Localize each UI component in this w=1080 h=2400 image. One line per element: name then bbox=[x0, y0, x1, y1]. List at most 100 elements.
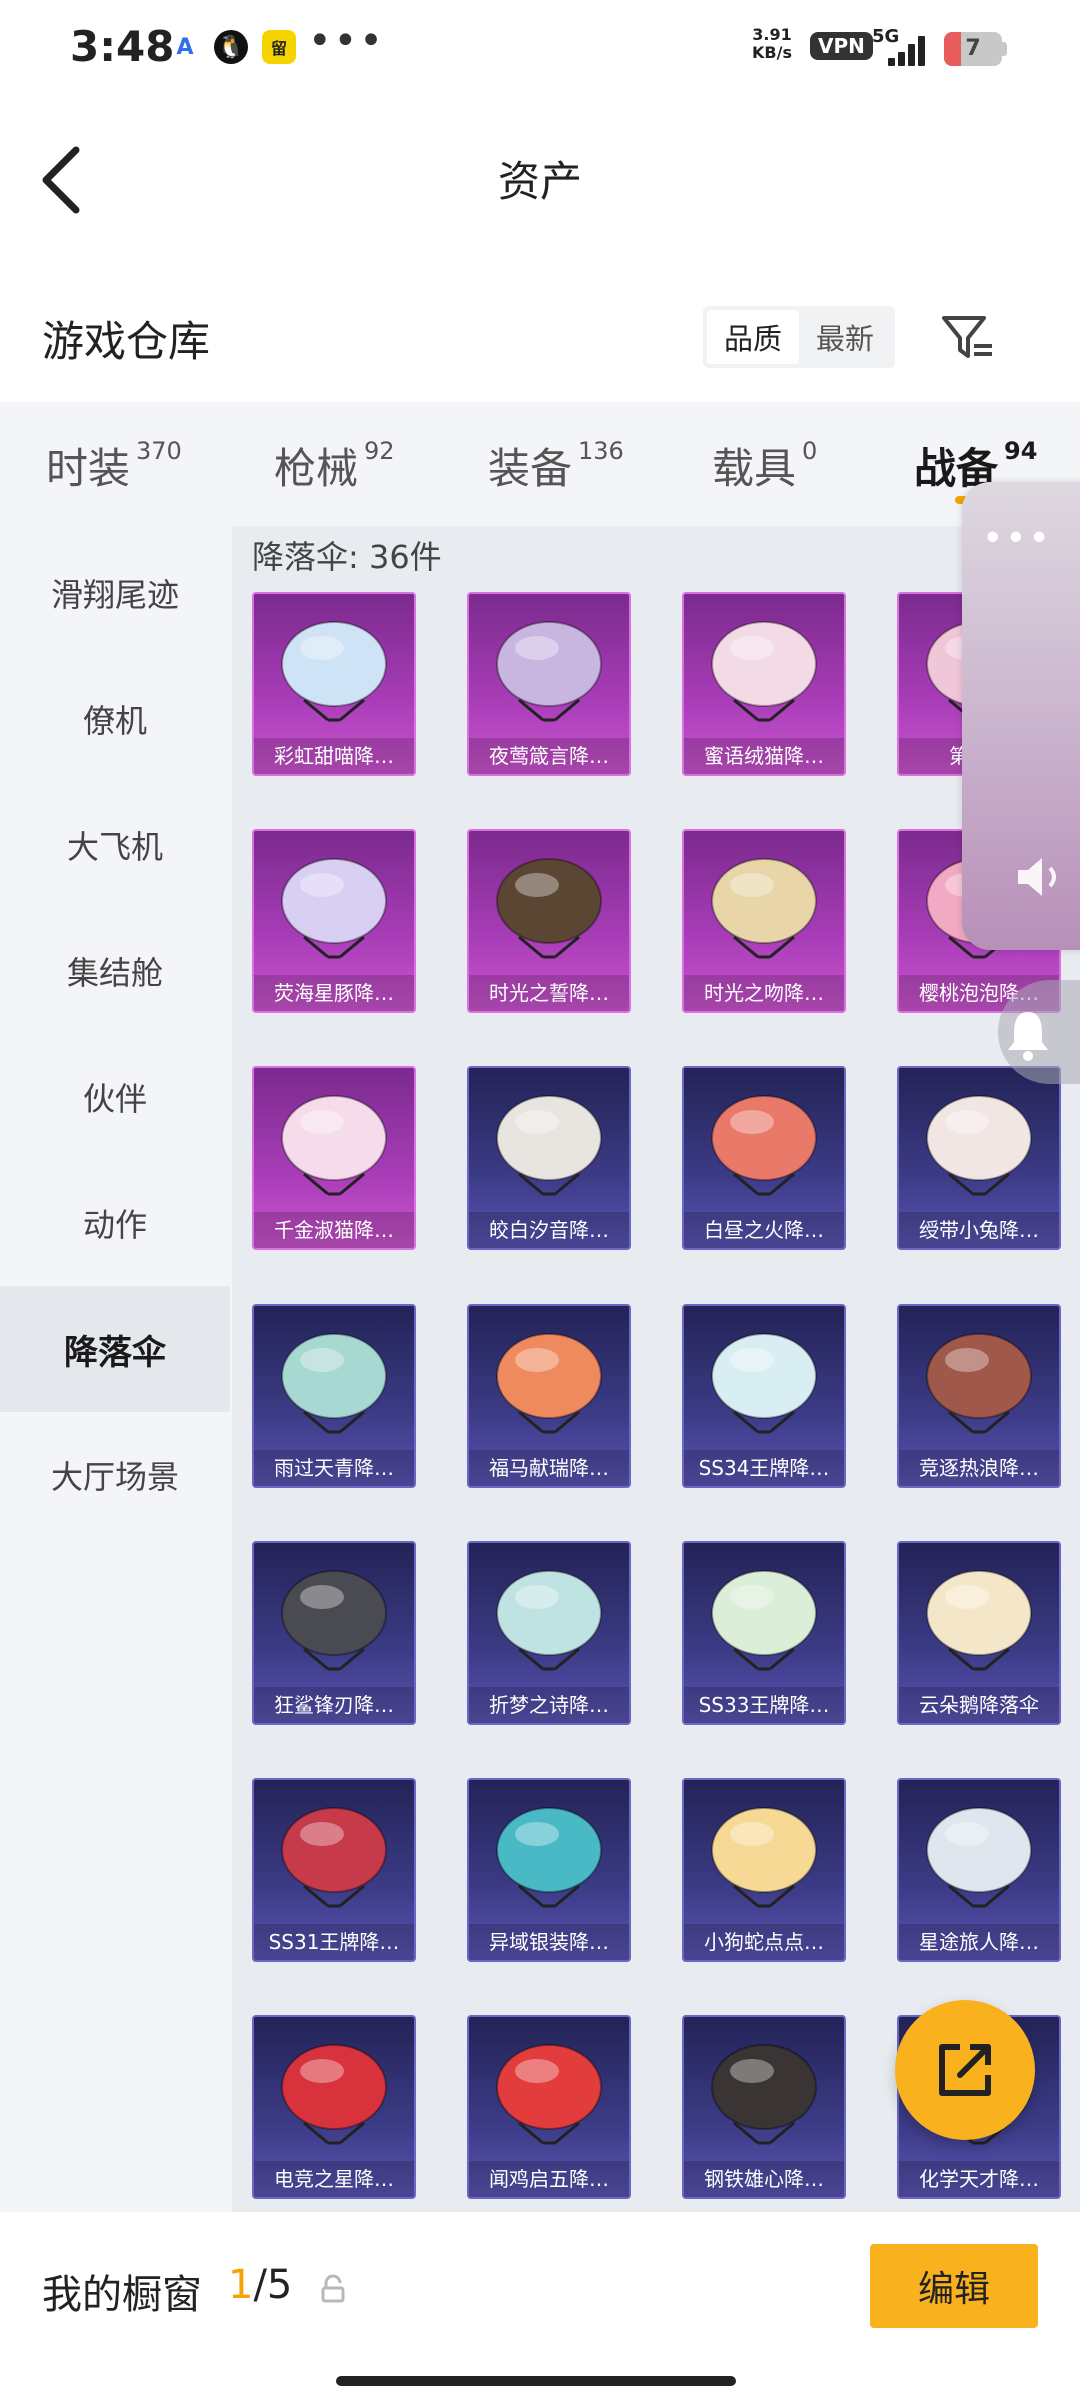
filter-button[interactable] bbox=[938, 310, 998, 366]
parachute-icon bbox=[281, 1095, 387, 1196]
parachute-icon bbox=[711, 1570, 817, 1671]
showcase-total: /5 bbox=[253, 2262, 293, 2308]
parachute-name: 小狗蛇点点… bbox=[684, 1924, 844, 1960]
parachute-name: 荧海星豚降… bbox=[254, 975, 414, 1011]
parachute-card[interactable]: 电竞之星降… bbox=[252, 2015, 416, 2199]
parachute-card[interactable]: 小狗蛇点点… bbox=[682, 1778, 846, 1962]
parachute-icon bbox=[281, 621, 387, 722]
status-time: 3:48 bbox=[70, 22, 175, 71]
network-speed-value: 3.91 bbox=[752, 25, 792, 44]
tab-equipment[interactable]: 装备 136 bbox=[488, 435, 624, 496]
tab-count: 136 bbox=[578, 437, 624, 465]
sidebar-item-glide-trail[interactable]: 滑翔尾迹 bbox=[0, 530, 230, 656]
network-speed-unit: KB/s bbox=[752, 43, 792, 62]
parachute-icon bbox=[496, 1570, 602, 1671]
parachute-name: SS31王牌降… bbox=[254, 1924, 414, 1960]
parachute-card[interactable]: 彩虹甜喵降… bbox=[252, 592, 416, 776]
parachute-icon bbox=[496, 2044, 602, 2145]
battery-icon: 7 bbox=[944, 32, 1002, 66]
parachute-icon bbox=[926, 1570, 1032, 1671]
tab-label: 时装 bbox=[46, 444, 131, 493]
tab-vehicles[interactable]: 载具 0 bbox=[712, 435, 817, 496]
parachute-icon bbox=[711, 1095, 817, 1196]
parachute-card[interactable]: 绶带小兔降… bbox=[897, 1066, 1061, 1250]
parachute-name: 电竞之星降… bbox=[254, 2161, 414, 2197]
parachute-icon bbox=[496, 1807, 602, 1908]
parachute-card[interactable]: 雨过天青降… bbox=[252, 1304, 416, 1488]
sidebar-item-lobby-scene[interactable]: 大厅场景 bbox=[0, 1412, 230, 1538]
tab-label: 枪械 bbox=[274, 444, 359, 493]
app-a-icon: A bbox=[176, 34, 194, 60]
parachute-card[interactable]: 云朵鹅降落伞 bbox=[897, 1541, 1061, 1725]
sidebar-item-emote[interactable]: 动作 bbox=[0, 1160, 230, 1286]
sort-by-newest-button[interactable]: 最新 bbox=[799, 310, 891, 364]
home-indicator bbox=[336, 2376, 736, 2386]
parachute-card[interactable]: 皎白汐音降… bbox=[467, 1066, 631, 1250]
speaker-icon[interactable] bbox=[1014, 852, 1070, 902]
item-grid: 降落伞: 36件 彩虹甜喵降…夜莺箴言降…蜜语绒猫降…第五…荧海星豚降…时光之誓… bbox=[232, 526, 1080, 2212]
parachute-name: 闻鸡启五降… bbox=[469, 2161, 629, 2197]
floating-menu-icon[interactable]: ••• bbox=[982, 518, 1052, 559]
parachute-name: 蜜语绒猫降… bbox=[684, 738, 844, 774]
sidebar-item-parachute[interactable]: 降落伞 bbox=[0, 1286, 230, 1412]
parachute-card[interactable]: 狂鲨锋刃降… bbox=[252, 1541, 416, 1725]
sort-by-quality-button[interactable]: 品质 bbox=[707, 310, 799, 364]
bottom-bar: 我的橱窗 1/5 编辑 bbox=[0, 2212, 1080, 2400]
parachute-card[interactable]: SS33王牌降… bbox=[682, 1541, 846, 1725]
parachute-name: 化学天才降… bbox=[899, 2161, 1059, 2197]
parachute-icon bbox=[281, 858, 387, 959]
floating-window[interactable]: ••• bbox=[962, 482, 1080, 950]
parachute-icon bbox=[711, 2044, 817, 2145]
parachute-icon bbox=[281, 2044, 387, 2145]
tab-count: 92 bbox=[364, 437, 395, 465]
parachute-name: 云朵鹅降落伞 bbox=[899, 1687, 1059, 1723]
notification-tab[interactable] bbox=[998, 980, 1080, 1084]
parachute-name: 彩虹甜喵降… bbox=[254, 738, 414, 774]
parachute-name: SS33王牌降… bbox=[684, 1687, 844, 1723]
parachute-icon bbox=[496, 1333, 602, 1434]
signal-icon bbox=[888, 30, 930, 66]
sidebar: 滑翔尾迹 僚机 大飞机 集结舱 伙伴 动作 降落伞 大厅场景 bbox=[0, 530, 230, 1538]
parachute-card[interactable]: 时光之誓降… bbox=[467, 829, 631, 1013]
parachute-card[interactable]: SS31王牌降… bbox=[252, 1778, 416, 1962]
parachute-icon bbox=[926, 1807, 1032, 1908]
parachute-card[interactable]: 时光之吻降… bbox=[682, 829, 846, 1013]
parachute-card[interactable]: 星途旅人降… bbox=[897, 1778, 1061, 1962]
sidebar-item-airplane[interactable]: 大飞机 bbox=[0, 782, 230, 908]
parachute-card[interactable]: 异域银装降… bbox=[467, 1778, 631, 1962]
external-link-icon bbox=[939, 2044, 991, 2096]
parachute-card[interactable]: 千金淑猫降… bbox=[252, 1066, 416, 1250]
tab-fashion[interactable]: 时装 370 bbox=[46, 435, 182, 496]
sidebar-item-wingman[interactable]: 僚机 bbox=[0, 656, 230, 782]
parachute-name: 狂鲨锋刃降… bbox=[254, 1687, 414, 1723]
parachute-card[interactable]: 蜜语绒猫降… bbox=[682, 592, 846, 776]
parachute-icon bbox=[496, 621, 602, 722]
tab-weapons[interactable]: 枪械 92 bbox=[274, 435, 395, 496]
sidebar-item-assembly-pod[interactable]: 集结舱 bbox=[0, 908, 230, 1034]
bell-icon bbox=[1008, 1012, 1048, 1061]
parachute-card[interactable]: 竞逐热浪降… bbox=[897, 1304, 1061, 1488]
edit-button[interactable]: 编辑 bbox=[870, 2244, 1038, 2328]
parachute-icon bbox=[281, 1807, 387, 1908]
vpn-badge: VPN bbox=[810, 32, 873, 60]
tab-count: 94 bbox=[1004, 437, 1038, 465]
tab-count: 0 bbox=[802, 437, 818, 465]
showcase-label: 我的橱窗 bbox=[42, 2272, 202, 2318]
parachute-name: SS34王牌降… bbox=[684, 1450, 844, 1486]
share-button[interactable] bbox=[895, 2000, 1035, 2140]
sidebar-item-companion[interactable]: 伙伴 bbox=[0, 1034, 230, 1160]
warehouse-title: 游戏仓库 bbox=[42, 317, 211, 366]
parachute-card[interactable]: SS34王牌降… bbox=[682, 1304, 846, 1488]
parachute-card[interactable]: 闻鸡启五降… bbox=[467, 2015, 631, 2199]
parachute-name: 时光之吻降… bbox=[684, 975, 844, 1011]
parachute-card[interactable]: 钢铁雄心降… bbox=[682, 2015, 846, 2199]
parachute-name: 钢铁雄心降… bbox=[684, 2161, 844, 2197]
parachute-card[interactable]: 白昼之火降… bbox=[682, 1066, 846, 1250]
parachute-name: 福马献瑞降… bbox=[469, 1450, 629, 1486]
parachute-name: 折梦之诗降… bbox=[469, 1687, 629, 1723]
parachute-card[interactable]: 夜莺箴言降… bbox=[467, 592, 631, 776]
parachute-card[interactable]: 折梦之诗降… bbox=[467, 1541, 631, 1725]
parachute-card[interactable]: 福马献瑞降… bbox=[467, 1304, 631, 1488]
qq-icon: 🐧 bbox=[214, 30, 248, 64]
parachute-card[interactable]: 荧海星豚降… bbox=[252, 829, 416, 1013]
